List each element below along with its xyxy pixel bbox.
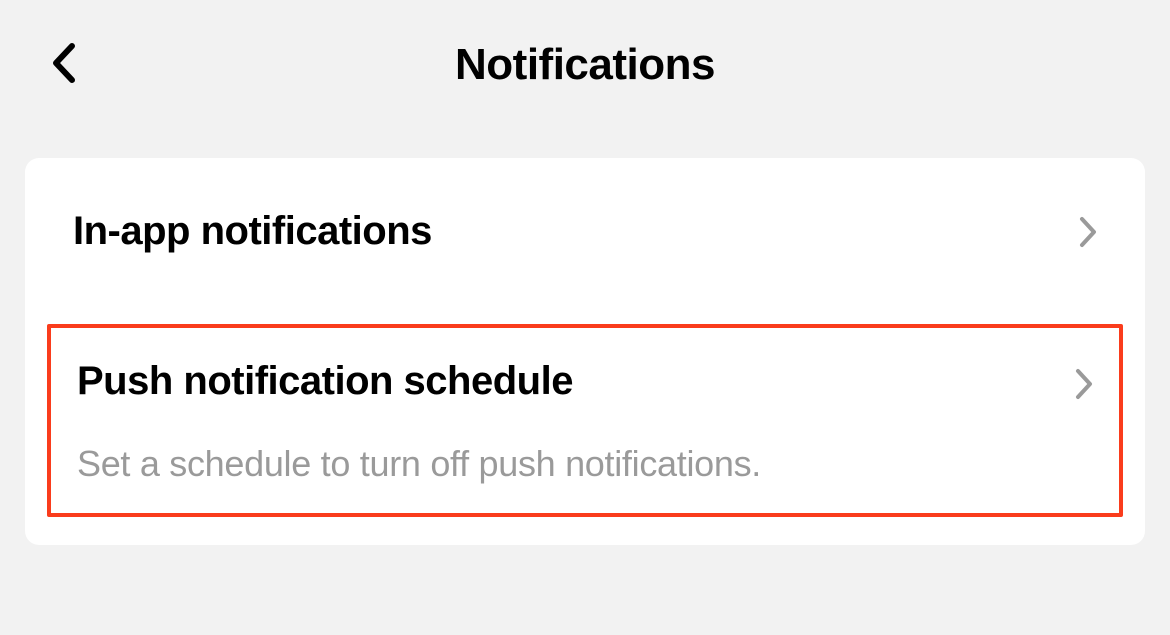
settings-card: In-app notifications Push notification s… — [25, 158, 1145, 545]
chevron-left-icon — [50, 42, 76, 84]
chevron-right-icon — [1075, 368, 1093, 400]
in-app-notifications-item[interactable]: In-app notifications — [25, 208, 1145, 324]
item-body: In-app notifications — [73, 208, 1097, 254]
page-title: Notifications — [50, 40, 1120, 90]
item-body: Push notification schedule Set a schedul… — [77, 358, 1093, 485]
item-title: Push notification schedule — [77, 358, 1053, 404]
chevron-right-icon — [1079, 216, 1097, 248]
item-subtitle: Set a schedule to turn off push notifica… — [77, 442, 1053, 485]
back-button[interactable] — [50, 42, 76, 84]
item-title: In-app notifications — [73, 208, 1057, 254]
highlight-box: Push notification schedule Set a schedul… — [47, 324, 1123, 517]
push-notification-schedule-item[interactable]: Push notification schedule Set a schedul… — [51, 358, 1119, 485]
header: Notifications — [0, 0, 1170, 130]
